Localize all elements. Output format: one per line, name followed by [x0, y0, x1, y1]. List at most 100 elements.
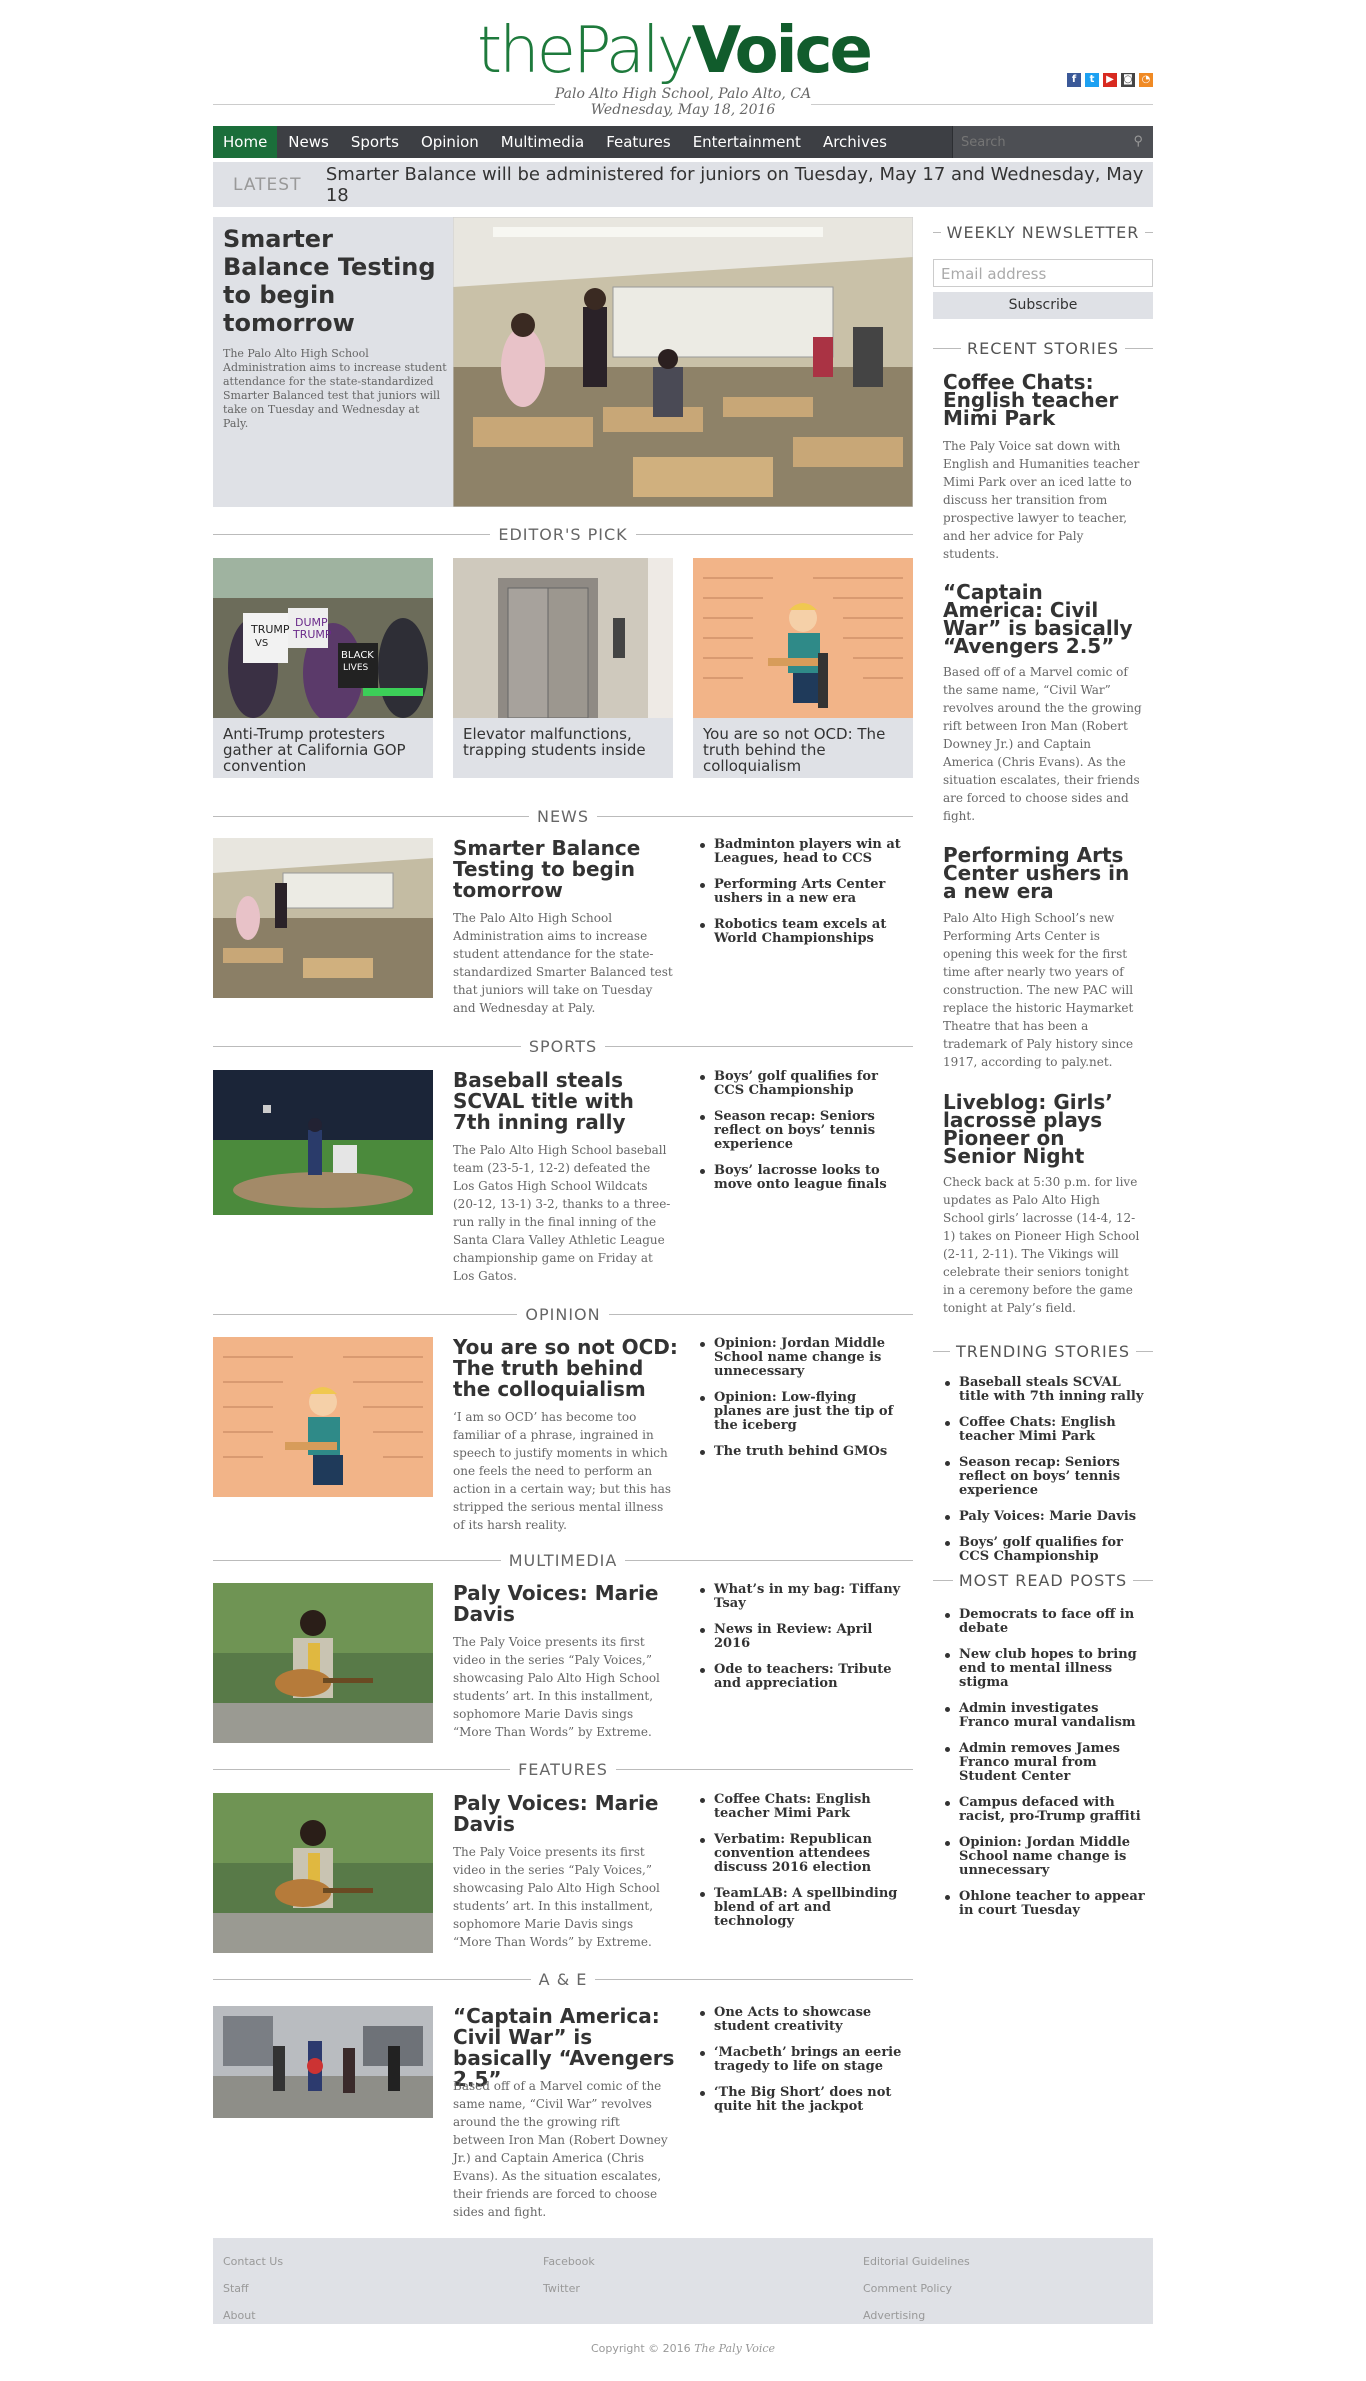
sports-excerpt: The Palo Alto High School baseball team … [453, 1143, 671, 1283]
footer-link-about[interactable]: About [223, 2302, 283, 2329]
footer-link-twitter[interactable]: Twitter [543, 2275, 595, 2302]
list-item[interactable]: Performing Arts Center ushers in a new e… [698, 878, 908, 906]
list-item[interactable]: Admin investigates Franco mural vandalis… [943, 1702, 1153, 1730]
email-field[interactable]: Email address [933, 259, 1153, 287]
footer-link-facebook[interactable]: Facebook [543, 2248, 595, 2275]
list-item[interactable]: One Acts to showcase student creativity [698, 2006, 908, 2034]
editors-pick-card[interactable]: You are so not OCD: The truth behind the… [693, 558, 913, 778]
multimedia-image[interactable] [213, 1583, 433, 1743]
list-item[interactable]: Verbatim: Republican convention attendee… [698, 1833, 908, 1875]
list-item[interactable]: The truth behind GMOs [698, 1445, 908, 1459]
instagram-icon[interactable]: ◙ [1121, 73, 1135, 87]
featured-title[interactable]: Smarter Balance Testing to begin tomorro… [223, 225, 445, 337]
nav-entertainment[interactable]: Entertainment [682, 126, 812, 158]
section-heading-editors-pick: EDITOR'S PICK [213, 524, 913, 544]
search-icon[interactable]: ⚲ [1133, 134, 1143, 149]
list-item[interactable]: Ode to teachers: Tribute and appreciatio… [698, 1663, 908, 1691]
list-item[interactable]: Badminton players win at Leagues, head t… [698, 838, 908, 866]
list-item[interactable]: Coffee Chats: English teacher Mimi Park [698, 1793, 908, 1821]
multimedia-links: What’s in my bag: Tiffany Tsay News in R… [698, 1583, 908, 1703]
list-item[interactable]: Opinion: Jordan Middle School name chang… [698, 1337, 908, 1379]
youtube-icon[interactable]: ▶ [1103, 73, 1117, 87]
list-item[interactable]: News in Review: April 2016 [698, 1623, 908, 1651]
opinion-image[interactable] [213, 1337, 433, 1497]
recent-story-excerpt: Palo Alto High School’s new Performing A… [943, 911, 1134, 1069]
subscribe-button[interactable]: Subscribe [933, 292, 1153, 319]
facebook-icon[interactable]: f [1067, 73, 1081, 87]
nav-news[interactable]: News [277, 126, 340, 158]
list-item[interactable]: Democrats to face off in debate [943, 1608, 1153, 1636]
social-links: f t ▶ ◙ ◔ [1067, 73, 1153, 87]
list-item[interactable]: Opinion: Low-flying planes are just the … [698, 1391, 908, 1433]
list-item[interactable]: Boys’ golf qualifies for CCS Championshi… [698, 1070, 908, 1098]
ocd-illustration [693, 558, 913, 718]
section-heading-multimedia: MULTIMEDIA [213, 1550, 913, 1570]
list-item[interactable]: Campus defaced with racist, pro-Trump gr… [943, 1796, 1153, 1824]
section-heading-news: NEWS [213, 806, 913, 826]
twitter-icon[interactable]: t [1085, 73, 1099, 87]
features-image[interactable] [213, 1793, 433, 1953]
recent-story-title[interactable]: “Captain America: Civil War” is basicall… [943, 582, 1143, 656]
editors-pick-caption: Elevator malfunctions, trapping students… [463, 725, 646, 759]
multimedia-headline[interactable]: Paly Voices: Marie Davis [453, 1583, 678, 1625]
baseball-image[interactable] [213, 1070, 433, 1215]
rss-icon[interactable]: ◔ [1139, 73, 1153, 87]
news-excerpt: The Palo Alto High School Administration… [453, 911, 673, 1015]
featured-excerpt: The Palo Alto High School Administration… [223, 347, 447, 430]
features-headline[interactable]: Paly Voices: Marie Davis [453, 1793, 678, 1835]
latest-label: LATEST [233, 174, 302, 195]
search-input[interactable] [953, 126, 1139, 158]
footer-link-contact[interactable]: Contact Us [223, 2248, 283, 2275]
nav-sports[interactable]: Sports [340, 126, 410, 158]
nav-opinion[interactable]: Opinion [410, 126, 490, 158]
list-item[interactable]: Ohlone teacher to appear in court Tuesda… [943, 1890, 1153, 1918]
recent-story-title[interactable]: Coffee Chats: English teacher Mimi Park [943, 372, 1143, 428]
ae-links: One Acts to showcase student creativity … [698, 2006, 908, 2126]
news-headline[interactable]: Smarter Balance Testing to begin tomorro… [453, 838, 678, 901]
list-item[interactable]: TeamLAB: A spellbinding blend of art and… [698, 1887, 908, 1929]
list-item[interactable]: Opinion: Jordan Middle School name chang… [943, 1836, 1153, 1878]
list-item[interactable]: Robotics team excels at World Championsh… [698, 918, 908, 946]
nav-features[interactable]: Features [595, 126, 682, 158]
list-item[interactable]: Coffee Chats: English teacher Mimi Park [943, 1416, 1153, 1444]
nav-home[interactable]: Home [213, 126, 278, 158]
features-excerpt: The Paly Voice presents its first video … [453, 1845, 660, 1949]
footer-link-advertising[interactable]: Advertising [863, 2302, 970, 2329]
recent-story-excerpt: The Paly Voice sat down with English and… [943, 439, 1140, 561]
section-heading-sports: SPORTS [213, 1036, 913, 1056]
site-logo[interactable]: thePalyVoice [477, 14, 873, 88]
footer-link-staff[interactable]: Staff [223, 2275, 283, 2302]
list-item[interactable]: Boys’ golf qualifies for CCS Championshi… [943, 1536, 1153, 1564]
editors-pick-card[interactable]: TRUMP VS DUMP TRUMP BLACK LIVES Anti-Tru… [213, 558, 433, 778]
list-item[interactable]: ‘The Big Short’ does not quite hit the j… [698, 2086, 908, 2114]
nav-multimedia[interactable]: Multimedia [490, 126, 595, 158]
editors-pick-card[interactable]: Elevator malfunctions, trapping students… [453, 558, 673, 778]
featured-image[interactable] [453, 217, 913, 507]
news-image[interactable] [213, 838, 433, 998]
sports-headline[interactable]: Baseball steals SCVAL title with 7th inn… [453, 1070, 678, 1133]
featured-story: Smarter Balance Testing to begin tomorro… [213, 217, 913, 507]
footer-link-editorial-guidelines[interactable]: Editorial Guidelines [863, 2248, 970, 2275]
list-item[interactable]: ‘Macbeth’ brings an eerie tragedy to lif… [698, 2046, 908, 2074]
most-read-list: Democrats to face off in debate New club… [943, 1608, 1153, 1930]
ae-image[interactable] [213, 2006, 433, 2118]
date: Wednesday, May 18, 2016 [590, 102, 776, 118]
masthead-info: Palo Alto High School, Palo Alto, CA Wed… [213, 86, 1153, 118]
list-item[interactable]: Admin removes James Franco mural from St… [943, 1742, 1153, 1784]
list-item[interactable]: Boys’ lacrosse looks to move onto league… [698, 1164, 908, 1192]
list-item[interactable]: Season recap: Seniors reflect on boys’ t… [943, 1456, 1153, 1498]
recent-story-title[interactable]: Performing Arts Center ushers in a new e… [943, 845, 1143, 901]
footer-link-comment-policy[interactable]: Comment Policy [863, 2275, 970, 2302]
list-item[interactable]: Baseball steals SCVAL title with 7th inn… [943, 1376, 1153, 1404]
list-item[interactable]: Season recap: Seniors reflect on boys’ t… [698, 1110, 908, 1152]
recent-stories-heading: RECENT STORIES [933, 338, 1153, 358]
latest-headline[interactable]: Smarter Balance will be administered for… [326, 164, 1153, 206]
list-item[interactable]: New club hopes to bring end to mental il… [943, 1648, 1153, 1690]
opinion-headline[interactable]: You are so not OCD: The truth behind the… [453, 1337, 678, 1400]
nav-archives[interactable]: Archives [812, 126, 898, 158]
list-item[interactable]: What’s in my bag: Tiffany Tsay [698, 1583, 908, 1611]
list-item[interactable]: Paly Voices: Marie Davis [943, 1510, 1153, 1524]
multimedia-excerpt: The Paly Voice presents its first video … [453, 1635, 660, 1739]
section-heading-opinion: OPINION [213, 1304, 913, 1324]
recent-story-title[interactable]: Liveblog: Girls’ lacrosse plays Pioneer … [943, 1092, 1143, 1166]
